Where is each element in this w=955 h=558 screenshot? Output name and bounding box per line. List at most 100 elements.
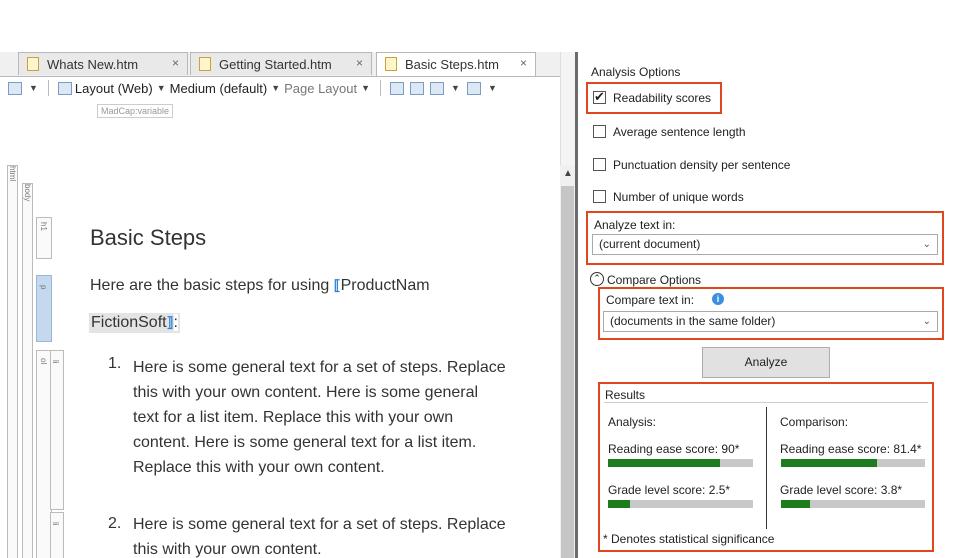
collapse-icon[interactable]: ⌃ (590, 272, 604, 286)
analysis-grade-level: Grade level score: 2.5* (608, 483, 731, 497)
list-line: Replace this with your own content. (133, 459, 385, 476)
punctuation-label[interactable]: Punctuation density per sentence (613, 158, 790, 172)
sentence-length-checkbox[interactable] (593, 125, 606, 138)
info-icon[interactable]: i (712, 293, 724, 305)
structure-bar-html[interactable]: html (7, 165, 18, 558)
close-icon[interactable]: × (520, 56, 527, 70)
comparison-reading-ease-bar (781, 459, 925, 467)
significance-footnote: * Denotes statistical significance (603, 532, 775, 546)
list-number: 2. (108, 515, 122, 532)
variable-value[interactable]: FictionSoft⟧: (89, 313, 180, 333)
structure-bar-li[interactable]: li (50, 350, 64, 510)
separator (47, 80, 49, 96)
unique-words-label[interactable]: Number of unique words (613, 190, 744, 204)
list-line: text for a list item. Replace this with … (133, 409, 454, 426)
preview-icon[interactable] (390, 81, 405, 95)
chevron-down-icon: ⌄ (922, 316, 931, 327)
comparison-header: Comparison: (780, 415, 849, 429)
variable-value-text: FictionSoft (91, 314, 167, 331)
editor-toolbar: ▼ Layout (Web) ▼ Medium (default) ▼ Page… (0, 77, 560, 99)
list-item[interactable]: Here is some general text for a set of s… (133, 512, 506, 558)
tab-getting-started[interactable]: Getting Started.htm × (190, 52, 372, 75)
list-number: 1. (108, 355, 122, 372)
structure-label: body (23, 184, 32, 202)
page-heading[interactable]: Basic Steps (90, 225, 206, 251)
variable-tag: MadCap:variable (97, 104, 174, 118)
tab-whats-new[interactable]: Whats New.htm × (18, 52, 188, 75)
structure-label: li (51, 522, 60, 526)
bar-fill (781, 459, 878, 467)
bar-fill (608, 500, 630, 508)
compare-in-select[interactable]: (documents in the same folder) ⌄ (603, 311, 938, 332)
divider (766, 407, 767, 529)
list-line: Here is some general text for a set of s… (133, 516, 506, 533)
editor-pane: Whats New.htm × Getting Started.htm × Ba… (0, 0, 575, 558)
analysis-reading-ease: Reading ease score: 90* (608, 442, 740, 456)
structure-label: p (39, 284, 48, 289)
tab-label: Basic Steps.htm (405, 57, 499, 72)
medium-dropdown[interactable]: Medium (default) (170, 81, 268, 96)
analyze-button[interactable]: Analyze (702, 347, 830, 378)
chevron-down-icon[interactable]: ▼ (488, 83, 497, 93)
chevron-down-icon[interactable]: ▼ (361, 83, 370, 93)
chevron-down-icon[interactable]: ▼ (451, 83, 460, 93)
structure-label: html (8, 166, 17, 182)
scroll-up-icon[interactable]: ▲ (563, 168, 573, 179)
colon: : (173, 314, 178, 331)
layout-dropdown[interactable]: Layout (Web) (75, 81, 153, 96)
list-line: this with your own content. (133, 541, 322, 558)
markers-icon[interactable] (466, 81, 481, 95)
intro-paragraph[interactable]: Here are the basic steps for using ⟦Prod… (90, 277, 430, 295)
list-line: this with your own content. Here is some… (133, 384, 479, 401)
compare-in-label: Compare text in: (606, 293, 695, 307)
analyze-in-select[interactable]: (current document) ⌄ (592, 234, 938, 255)
analysis-reading-ease-bar (608, 459, 753, 467)
structure-bar-h1[interactable]: h1 (36, 217, 52, 259)
chevron-down-icon[interactable]: ▼ (29, 83, 38, 93)
tab-label: Getting Started.htm (219, 56, 332, 72)
separator (380, 80, 382, 96)
structure-bar-p[interactable]: p (36, 275, 52, 342)
structure-label: ol (39, 357, 48, 364)
tab-label: Whats New.htm (47, 56, 139, 72)
comparison-grade-level-bar (781, 500, 925, 508)
scrollbar-thumb[interactable] (561, 186, 574, 558)
readability-checkbox[interactable] (593, 89, 606, 105)
variable-marker-icon: ⟦ (333, 277, 341, 293)
layout-icon (57, 81, 72, 95)
page-layout-dropdown[interactable]: Page Layout (284, 81, 357, 96)
results-title: Results (605, 388, 646, 402)
compare-options-toggle[interactable]: Compare Options (607, 273, 701, 287)
unique-words-checkbox[interactable] (593, 190, 606, 203)
list-line: Here is some general text for a set of s… (133, 359, 506, 376)
list-item[interactable]: Here is some general text for a set of s… (133, 355, 506, 480)
divider (604, 402, 928, 403)
bar-fill (781, 500, 810, 508)
intro-text: Here are the basic steps for using (90, 277, 330, 294)
readability-label[interactable]: Readability scores (613, 91, 711, 105)
variable-name: ProductNam (340, 277, 430, 294)
tab-basic-steps[interactable]: Basic Steps.htm × (376, 52, 536, 76)
chevron-down-icon[interactable]: ▼ (157, 83, 166, 93)
tab-scroll[interactable] (560, 52, 575, 165)
analyze-in-label: Analyze text in: (594, 218, 676, 232)
document-icon (385, 57, 397, 71)
structure-bar-body[interactable]: body (22, 183, 33, 558)
close-icon[interactable]: × (356, 56, 363, 70)
variable-marker-icon: ⟧ (166, 314, 174, 330)
analysis-grade-level-bar (608, 500, 753, 508)
comparison-grade-level: Grade level score: 3.8* (780, 483, 903, 497)
close-icon[interactable]: × (172, 56, 179, 70)
punctuation-checkbox[interactable] (593, 158, 606, 171)
chevron-down-icon[interactable]: ▼ (271, 83, 280, 93)
view-icon[interactable] (430, 81, 445, 95)
analyze-in-value: (current document) (599, 237, 701, 251)
bar-fill (608, 459, 720, 467)
list-line: content. Here is some general text for a… (133, 434, 477, 451)
zoom-icon[interactable] (8, 81, 22, 95)
compare-in-value: (documents in the same folder) (610, 314, 776, 328)
print-icon[interactable] (410, 81, 425, 95)
structure-bar-li[interactable]: li (50, 512, 64, 558)
sentence-length-label[interactable]: Average sentence length (613, 125, 746, 139)
structure-label: h1 (39, 222, 48, 231)
